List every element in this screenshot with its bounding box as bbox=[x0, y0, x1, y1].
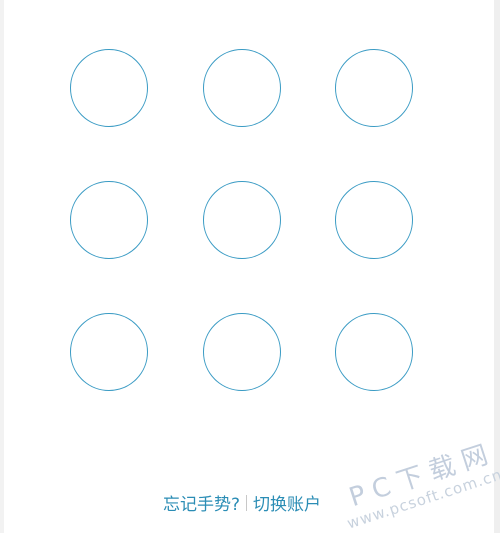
pattern-dot-2[interactable] bbox=[203, 49, 281, 127]
pattern-dot-6[interactable] bbox=[335, 181, 413, 259]
pattern-dot-1[interactable] bbox=[70, 49, 148, 127]
switch-account-link[interactable]: 切换账户 bbox=[253, 495, 321, 515]
gesture-lock-screen: 忘记手势? 切换账户 PC下载网 www.pcsoft.com.cn bbox=[0, 0, 500, 533]
pattern-dot-8[interactable] bbox=[203, 313, 281, 391]
pattern-dot-5[interactable] bbox=[203, 181, 281, 259]
pattern-grid[interactable] bbox=[0, 0, 500, 533]
footer-links: 忘记手势? 切换账户 bbox=[0, 490, 484, 515]
pattern-dot-3[interactable] bbox=[335, 49, 413, 127]
forgot-gesture-link[interactable]: 忘记手势? bbox=[163, 495, 240, 515]
link-divider bbox=[246, 494, 248, 511]
pattern-dot-4[interactable] bbox=[70, 181, 148, 259]
pattern-dot-9[interactable] bbox=[335, 313, 413, 391]
pattern-dot-7[interactable] bbox=[70, 313, 148, 391]
